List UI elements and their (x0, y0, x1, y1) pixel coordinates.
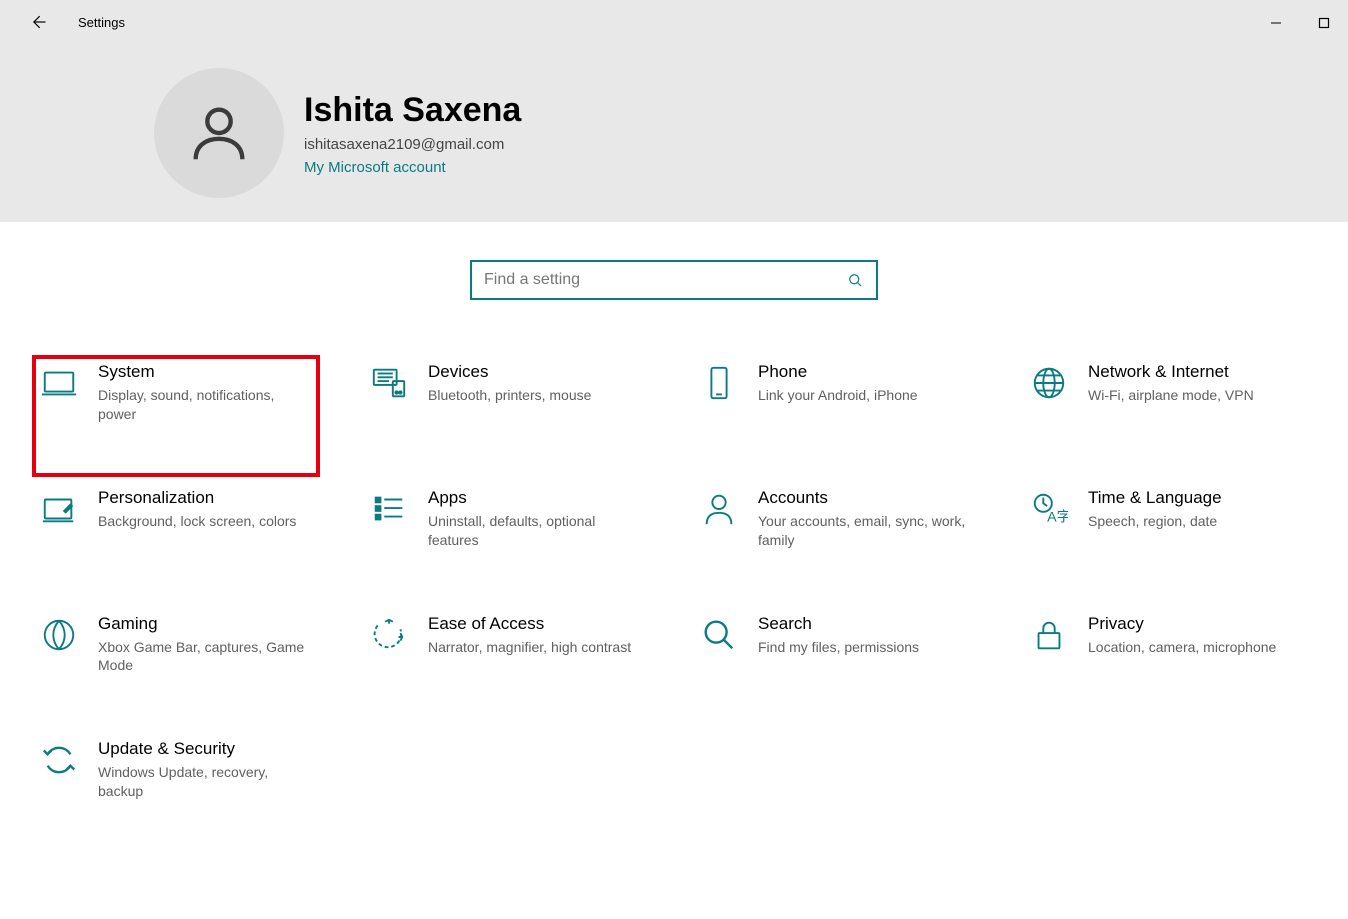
accounts-icon (698, 488, 740, 530)
tile-title: Privacy (1088, 614, 1276, 634)
tile-desc: Narrator, magnifier, high contrast (428, 638, 631, 657)
search-box[interactable] (470, 260, 878, 300)
tile-desc: Display, sound, notifications, power (98, 386, 313, 424)
phone-icon (698, 362, 740, 404)
tile-privacy[interactable]: Privacy Location, camera, microphone (1024, 610, 1314, 680)
time-language-icon: A字 (1028, 488, 1070, 530)
maximize-button[interactable] (1300, 8, 1348, 38)
devices-icon (368, 362, 410, 404)
header-bar: Settings Ishita Saxena ishitasaxena2109@… (0, 0, 1348, 222)
tile-desc: Find my files, permissions (758, 638, 919, 657)
window-controls (1252, 8, 1348, 38)
tile-personalization[interactable]: Personalization Background, lock screen,… (34, 484, 324, 554)
tile-search[interactable]: Search Find my files, permissions (694, 610, 984, 680)
tile-desc: Your accounts, email, sync, work, family (758, 512, 973, 550)
svg-text:A字: A字 (1047, 508, 1068, 525)
back-button[interactable] (28, 12, 48, 32)
tile-title: Ease of Access (428, 614, 631, 634)
privacy-icon (1028, 614, 1070, 656)
tile-accounts[interactable]: Accounts Your accounts, email, sync, wor… (694, 484, 984, 554)
tile-desc: Uninstall, defaults, optional features (428, 512, 643, 550)
tile-title: Devices (428, 362, 591, 382)
tile-gaming[interactable]: Gaming Xbox Game Bar, captures, Game Mod… (34, 610, 324, 680)
tile-network[interactable]: Network & Internet Wi-Fi, airplane mode,… (1024, 358, 1314, 428)
user-display-name: Ishita Saxena (304, 91, 521, 130)
tile-desc: Speech, region, date (1088, 512, 1222, 531)
tile-desc: Bluetooth, printers, mouse (428, 386, 591, 405)
search-tile-icon (698, 614, 740, 656)
avatar (154, 68, 284, 198)
tile-title: Update & Security (98, 739, 313, 759)
minimize-button[interactable] (1252, 8, 1300, 38)
ease-of-access-icon (368, 614, 410, 656)
tile-desc: Location, camera, microphone (1088, 638, 1276, 657)
tile-phone[interactable]: Phone Link your Android, iPhone (694, 358, 984, 428)
apps-icon (368, 488, 410, 530)
tile-title: Personalization (98, 488, 296, 508)
tile-apps[interactable]: Apps Uninstall, defaults, optional featu… (364, 484, 654, 554)
microsoft-account-link[interactable]: My Microsoft account (304, 159, 521, 176)
user-email: ishitasaxena2109@gmail.com (304, 136, 521, 153)
display-icon (38, 362, 80, 404)
tile-title: Gaming (98, 614, 313, 634)
tile-title: Apps (428, 488, 643, 508)
user-block: Ishita Saxena ishitasaxena2109@gmail.com… (0, 36, 1348, 198)
tile-desc: Wi-Fi, airplane mode, VPN (1088, 386, 1254, 405)
personalization-icon (38, 488, 80, 530)
tile-title: Network & Internet (1088, 362, 1254, 382)
settings-tiles-grid: System Display, sound, notifications, po… (0, 300, 1348, 805)
search-input[interactable] (484, 271, 846, 289)
tile-title: System (98, 362, 313, 382)
tile-title: Accounts (758, 488, 973, 508)
tile-title: Search (758, 614, 919, 634)
search-row (0, 222, 1348, 300)
tile-devices[interactable]: Devices Bluetooth, printers, mouse (364, 358, 654, 428)
tile-desc: Xbox Game Bar, captures, Game Mode (98, 638, 313, 676)
tile-time-language[interactable]: A字 Time & Language Speech, region, date (1024, 484, 1314, 554)
tile-system[interactable]: System Display, sound, notifications, po… (34, 358, 324, 428)
tile-desc: Link your Android, iPhone (758, 386, 918, 405)
tile-update-security[interactable]: Update & Security Windows Update, recove… (34, 735, 324, 805)
update-icon (38, 739, 80, 781)
tile-desc: Windows Update, recovery, backup (98, 763, 313, 801)
gaming-icon (38, 614, 80, 656)
tile-title: Phone (758, 362, 918, 382)
search-icon (846, 271, 864, 289)
tile-ease-of-access[interactable]: Ease of Access Narrator, magnifier, high… (364, 610, 654, 680)
globe-icon (1028, 362, 1070, 404)
tile-desc: Background, lock screen, colors (98, 512, 296, 531)
tile-title: Time & Language (1088, 488, 1222, 508)
window-title: Settings (78, 15, 125, 30)
title-row: Settings (0, 0, 1348, 36)
